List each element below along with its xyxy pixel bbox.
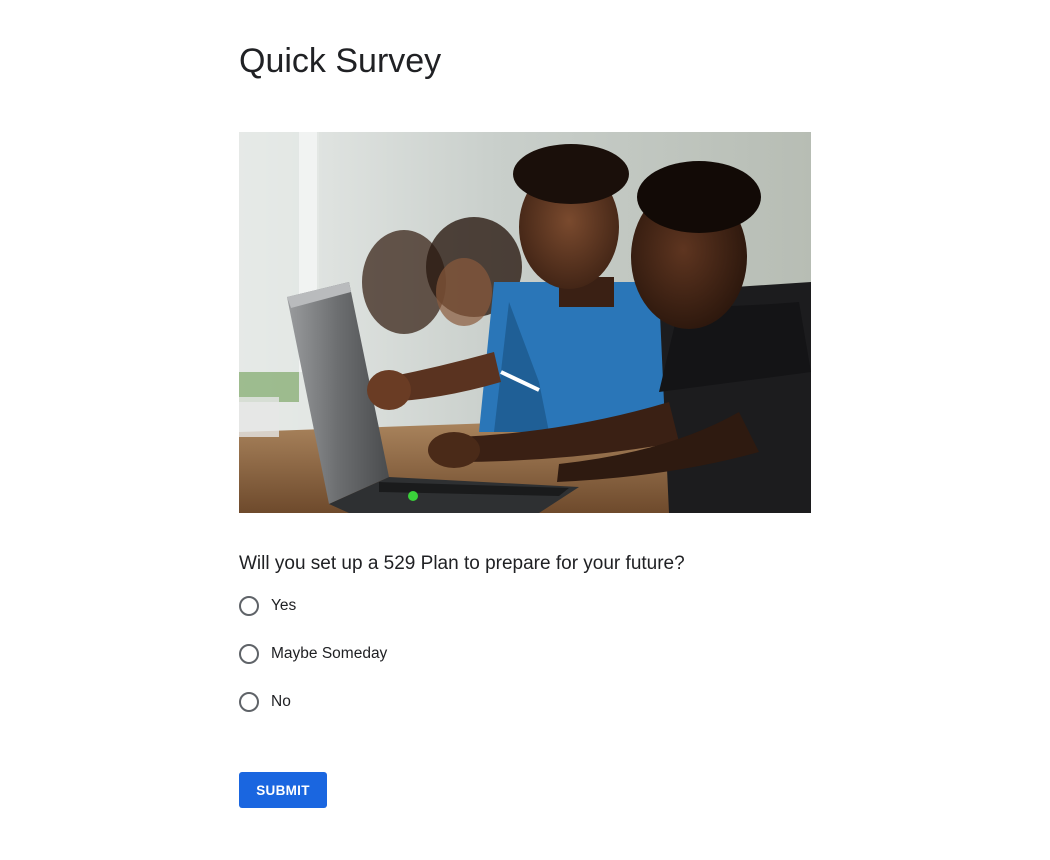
students-laptop-photo (239, 132, 811, 513)
survey-question: Will you set up a 529 Plan to prepare fo… (239, 553, 685, 574)
answer-options: Yes Maybe Someday No (239, 593, 739, 737)
survey-page: Quick Survey Will you set up a 529 Plan … (0, 0, 1050, 860)
option-label: Maybe Someday (271, 645, 388, 662)
submit-button[interactable]: SUBMIT (239, 772, 327, 808)
option-yes[interactable]: Yes (239, 593, 739, 619)
radio-button-icon[interactable] (239, 596, 259, 616)
option-no[interactable]: No (239, 689, 739, 715)
option-label: Yes (271, 597, 297, 614)
hero-image (239, 132, 811, 513)
page-title: Quick Survey (239, 42, 442, 80)
radio-button-icon[interactable] (239, 692, 259, 712)
option-label: No (271, 693, 291, 710)
option-maybe-someday[interactable]: Maybe Someday (239, 641, 739, 667)
radio-button-icon[interactable] (239, 644, 259, 664)
